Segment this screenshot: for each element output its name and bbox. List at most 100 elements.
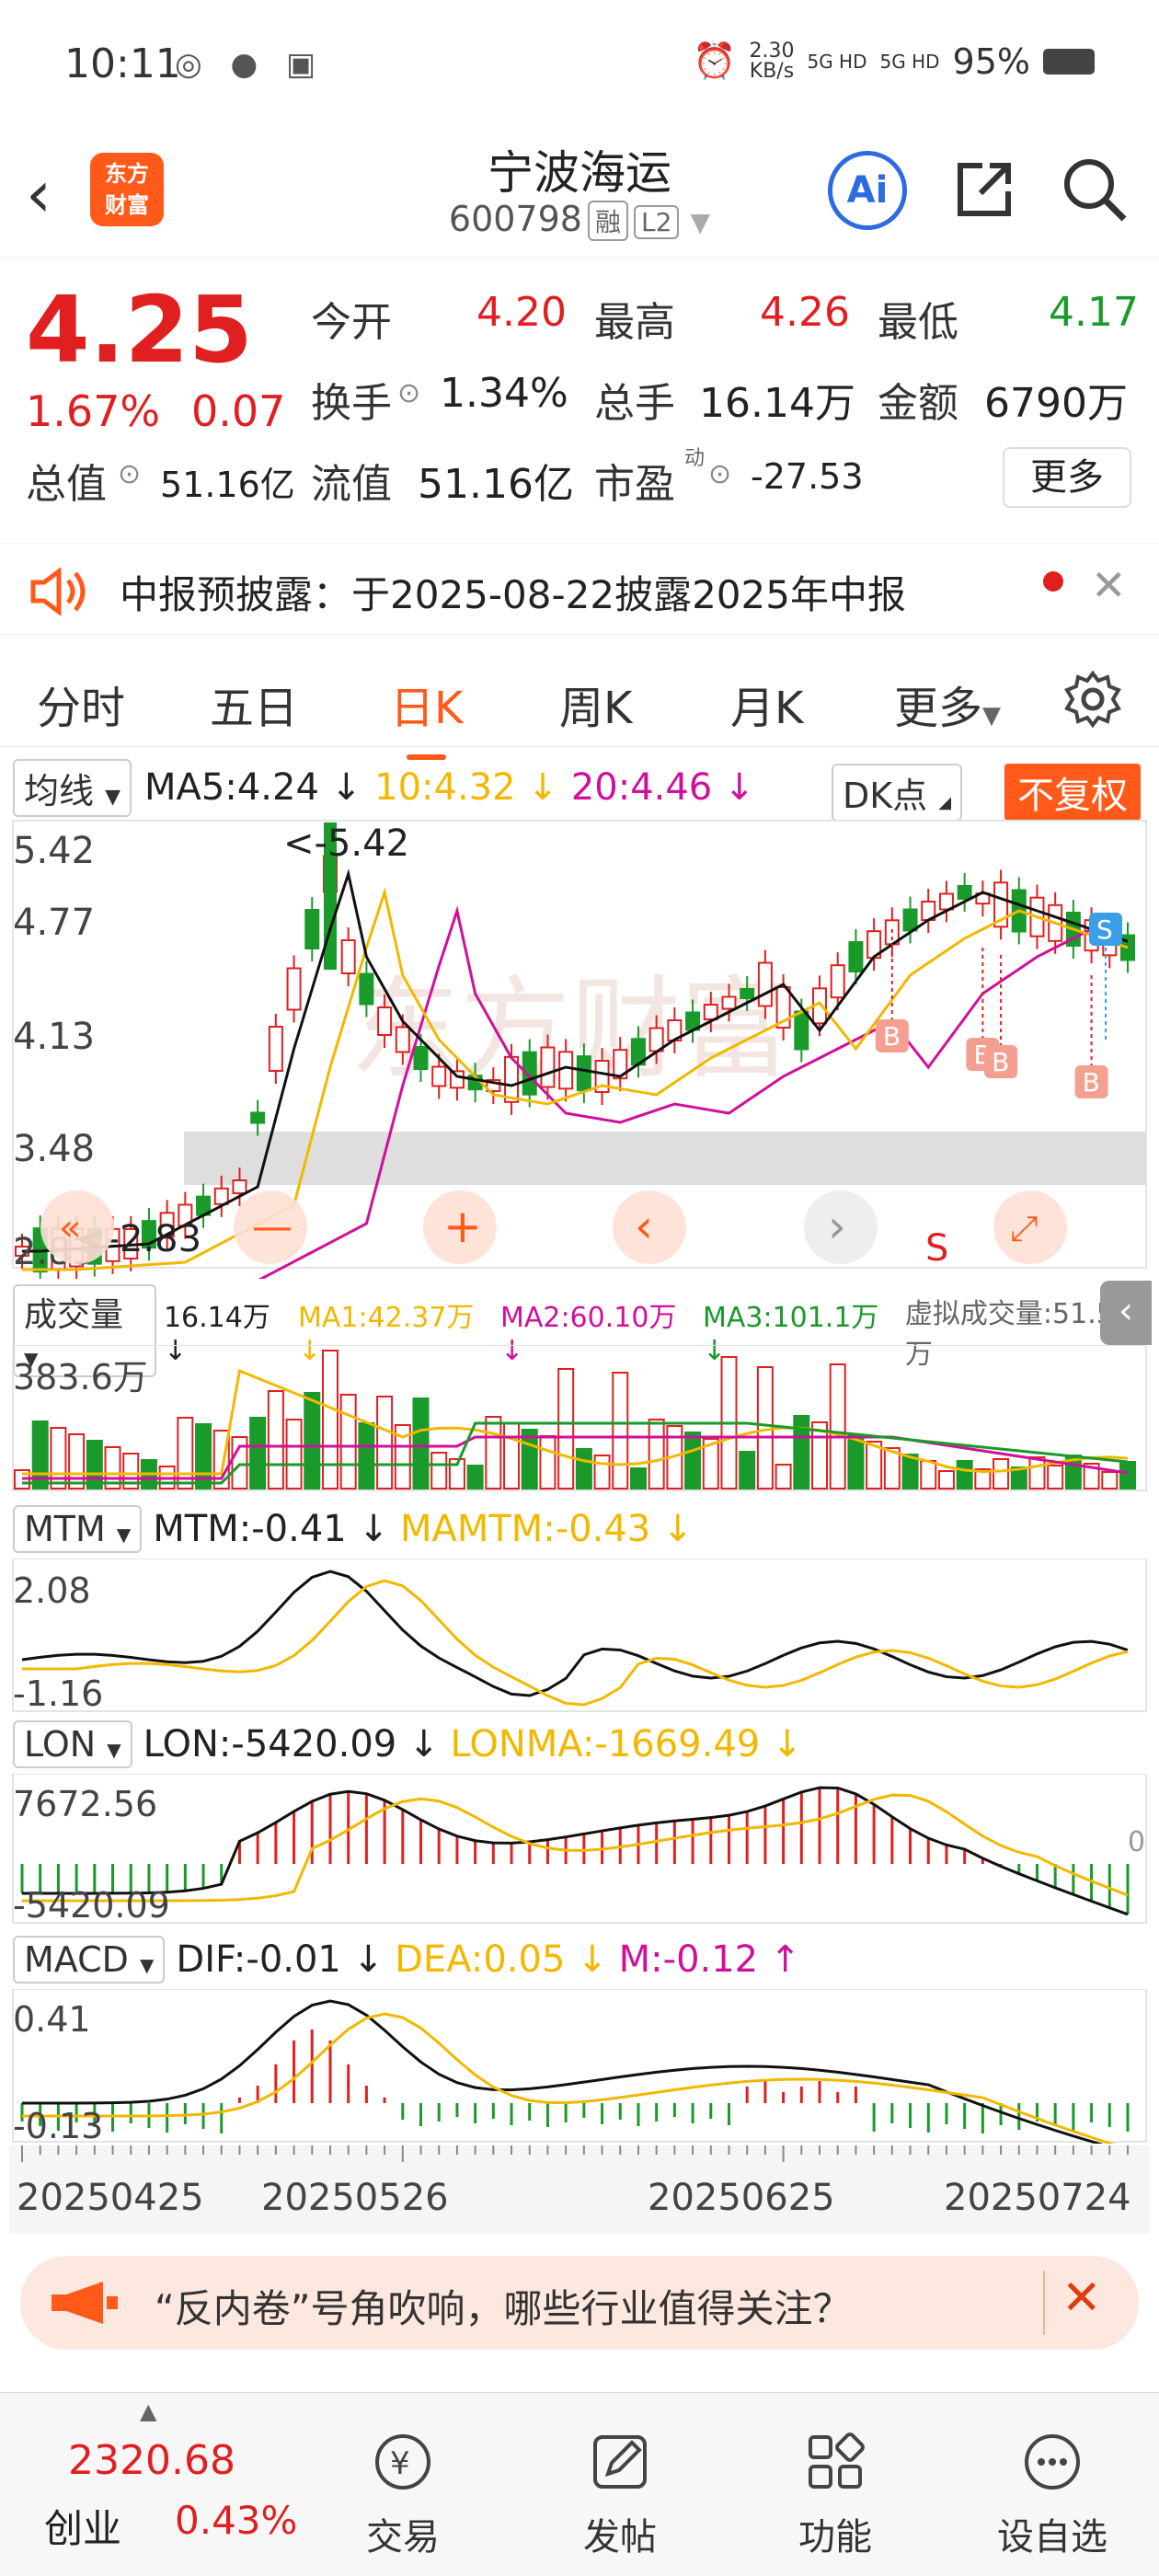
volume-bar <box>1028 1456 1046 1489</box>
promo-text: “反内卷”号角吹响，哪些行业值得关注？ <box>155 2286 852 2331</box>
lon-chart[interactable]: 7672.56 -5420.09 0 <box>0 1774 1159 1925</box>
volume-bar <box>956 1460 973 1489</box>
mtm-legend: MTM ▼ MTM:-0.41 ↓ MAMTM:-0.43 ↓ <box>13 1501 694 1557</box>
dropdown-icon[interactable]: ▼ <box>691 207 711 237</box>
level2-tag[interactable]: L2 <box>634 205 680 239</box>
plus-icon: + <box>443 1200 482 1253</box>
mtm-dropdown[interactable]: MTM ▼ <box>13 1505 143 1553</box>
mtm-chart[interactable]: 2.08 -1.16 <box>0 1558 1159 1713</box>
volume-bar <box>829 1363 846 1489</box>
settings-gear-icon[interactable] <box>1063 670 1122 729</box>
candle-body <box>576 1055 591 1092</box>
nav-post[interactable]: 发帖 <box>556 2430 684 2560</box>
net-speed: 2.30 KB/s <box>749 39 795 83</box>
buy-signal-label: B <box>883 1021 901 1052</box>
date-label-2: 20250526 <box>261 2177 449 2219</box>
tab-monthly-k[interactable]: 月K <box>730 672 803 736</box>
volume-bar <box>684 1432 702 1489</box>
dif-line <box>21 1999 1104 2144</box>
mamtm-line <box>22 1579 1129 1707</box>
candle-body <box>250 1111 266 1124</box>
nav-trade[interactable]: ¥ 交易 <box>339 2430 467 2560</box>
mktcap-value: 51.16亿 <box>160 465 295 505</box>
lon-zero-label: 0 <box>1128 1826 1145 1858</box>
index-pct[interactable]: 0.43% <box>175 2498 297 2543</box>
sell-signal-label: S <box>925 1227 948 1270</box>
pe-label: 市盈 <box>594 461 675 508</box>
bottom-nav: ▲ 2320.68 创业 0.43% ¥ 交易 发帖 功能 设自选 <box>0 2392 1159 2576</box>
volume-bar <box>521 1429 538 1489</box>
float-value: 51.16亿 <box>418 461 574 508</box>
volume-bar <box>304 1392 321 1489</box>
volume-bar <box>648 1419 665 1489</box>
date-label-4: 20250724 <box>944 2177 1131 2219</box>
nav-functions[interactable]: 功能 <box>771 2430 900 2560</box>
info-icon[interactable]: ⊙ <box>397 377 420 409</box>
nav-watchlist[interactable]: 设自选 <box>988 2430 1117 2560</box>
status-bar: 10:11 ◎ ● ▣ ⏰ 2.30 KB/s 5G HD 5G HD 95% <box>0 0 1159 138</box>
volume-chart[interactable]: 383.6万 <box>0 1345 1159 1492</box>
caret-up-icon: ▲ <box>140 2398 157 2424</box>
mtm-value: MTM:-0.41 ↓ <box>153 1508 389 1550</box>
kline-chart[interactable]: 东方财富 BBBBSS 5.42 4.77 4.13 3.48 2.83 <-5… <box>0 819 1159 1279</box>
candle-body <box>848 941 864 972</box>
more-button[interactable]: 更多 <box>1003 447 1131 508</box>
dif-value: DIF:-0.01 ↓ <box>176 1938 384 1981</box>
lonma-value: LONMA:-1669.49 ↓ <box>450 1723 803 1765</box>
info-icon[interactable]: ⊙ <box>118 458 141 490</box>
axis-label-max: 5.42 <box>13 830 95 872</box>
last-price: 4.25 <box>26 276 253 384</box>
ai-button[interactable]: Ai <box>828 151 907 230</box>
change-amount: 0.07 <box>191 386 286 436</box>
volume-bar <box>866 1441 883 1489</box>
candle-body <box>431 1065 447 1087</box>
volume-bar <box>629 1467 647 1489</box>
divider <box>1043 2271 1045 2335</box>
side-panel-toggle[interactable]: ‹ <box>1100 1281 1152 1345</box>
candle-body <box>740 988 755 999</box>
volume-bar <box>847 1434 865 1489</box>
pe-value: -27.53 <box>751 456 864 497</box>
battery-level: 95% <box>952 40 1030 82</box>
macd-dropdown[interactable]: MACD ▼ <box>13 1936 166 1984</box>
search-icon[interactable] <box>1058 153 1131 226</box>
ma5-value: MA5:4.24 ↓ <box>144 766 362 809</box>
candle-body <box>340 939 356 974</box>
promo-banner[interactable]: “反内卷”号角吹响，哪些行业值得关注？ ✕ <box>20 2256 1139 2350</box>
turnover-value: 1.34% <box>440 370 568 417</box>
info-icon[interactable]: ⊙ <box>708 458 731 490</box>
tab-daily-k[interactable]: 日K <box>390 672 463 760</box>
ma-dropdown[interactable]: 均线 ▼ <box>13 758 132 817</box>
chart-tabs: 分时 五日 日K 周K 月K 更多▼ <box>0 655 1159 760</box>
axis-label-4: 3.48 <box>13 1128 95 1170</box>
close-icon[interactable]: ✕ <box>1091 560 1127 610</box>
change-pct: 1.67% <box>26 386 161 436</box>
share-icon[interactable] <box>947 153 1021 226</box>
tab-five-day[interactable]: 五日 <box>210 672 298 736</box>
notice-bar[interactable]: 中报预披露：于2025-08-22披露2025年中报 ✕ <box>0 543 1159 635</box>
low-label: 最低 <box>878 299 958 346</box>
volume-bar <box>1101 1471 1119 1489</box>
adjust-button[interactable]: 不复权 <box>1004 764 1141 821</box>
macd-chart[interactable]: 0.41 -0.13 <box>0 1989 1159 2144</box>
volume-bar <box>267 1390 284 1489</box>
candle-body <box>757 961 773 1007</box>
notice-text: 中报预披露：于2025-08-22披露2025年中报 <box>120 572 906 617</box>
volume-bar <box>358 1422 375 1489</box>
dk-point-dropdown[interactable]: DK点 ◢ <box>832 764 963 822</box>
candle-body <box>268 1026 283 1072</box>
open-value: 4.20 <box>476 289 567 336</box>
minus-icon: — <box>252 1203 293 1250</box>
index-name[interactable]: 创业 <box>44 2498 121 2554</box>
volume-bar <box>285 1419 303 1489</box>
volume-bar <box>466 1465 484 1489</box>
volume-bar <box>557 1368 575 1489</box>
trade-icon: ¥ <box>375 2434 430 2490</box>
lon-dropdown[interactable]: LON ▼ <box>13 1720 132 1768</box>
tab-weekly-k[interactable]: 周K <box>559 672 632 736</box>
tab-intraday[interactable]: 分时 <box>37 672 125 736</box>
close-icon[interactable]: ✕ <box>1061 2271 1102 2326</box>
volume-bar <box>485 1416 502 1489</box>
tab-more[interactable]: 更多▼ <box>894 672 1001 736</box>
index-value[interactable]: 2320.68 <box>68 2437 235 2484</box>
